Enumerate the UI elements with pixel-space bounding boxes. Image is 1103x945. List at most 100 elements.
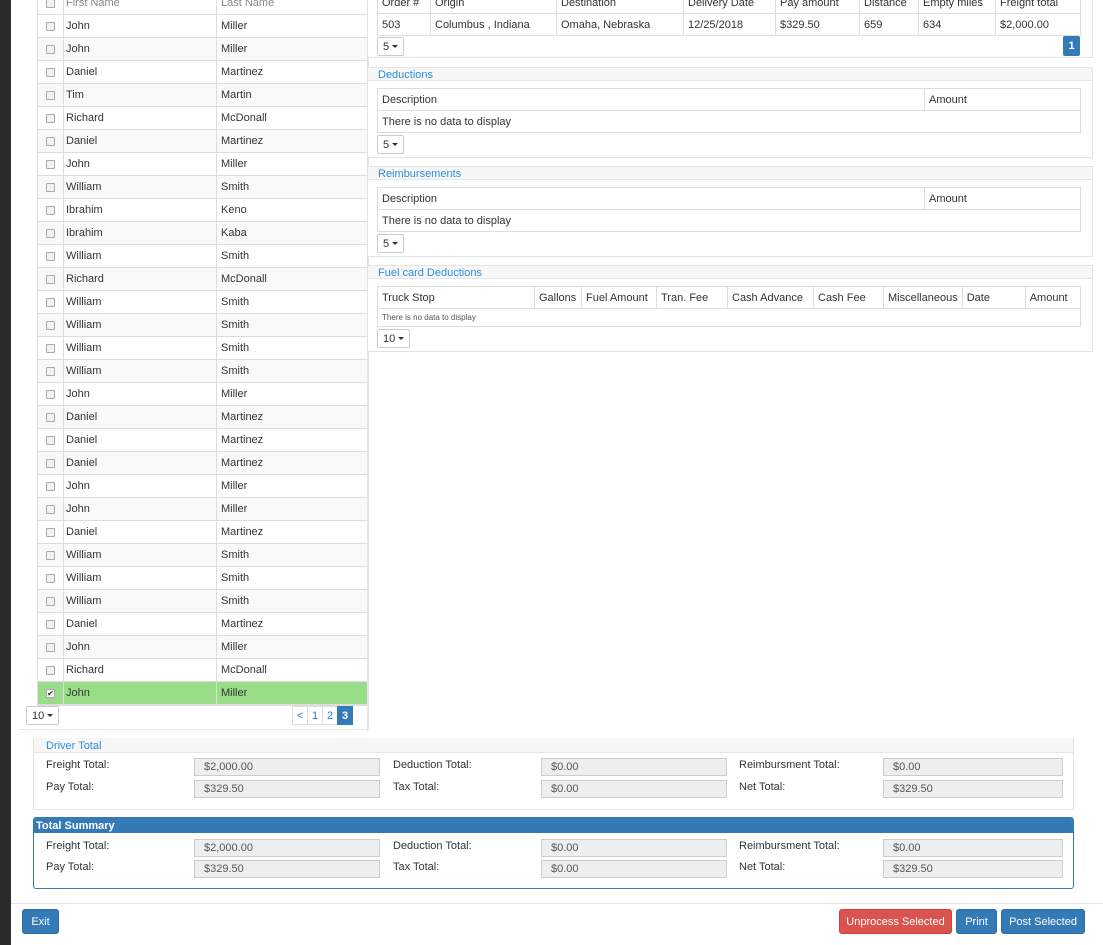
row-checkbox[interactable] <box>46 504 55 514</box>
driver-row[interactable]: William Smith <box>38 360 367 383</box>
driver-row[interactable]: Richard McDonall <box>38 107 367 130</box>
row-checkbox[interactable] <box>46 21 55 31</box>
orders-page-size-select[interactable]: 5 <box>377 37 405 56</box>
row-checkbox[interactable] <box>46 320 55 330</box>
row-checkbox[interactable] <box>46 159 55 169</box>
fuel-col[interactable]: Miscellaneous <box>883 286 963 309</box>
fuel-col[interactable]: Truck Stop <box>377 286 535 309</box>
fuel-col[interactable]: Gallons <box>534 286 582 309</box>
row-checkbox[interactable] <box>46 481 55 491</box>
driver-row[interactable]: John Miller <box>38 153 367 176</box>
driver-row[interactable]: John Miller <box>38 636 367 659</box>
fuel-col[interactable]: Tran. Fee <box>656 286 728 309</box>
fuel-col[interactable]: Date <box>961 286 1026 309</box>
fuel-col[interactable]: Amount <box>1024 286 1082 309</box>
driver-row[interactable]: Richard McDonall <box>38 659 367 682</box>
driver-row[interactable]: John Miller <box>38 38 367 61</box>
driver-last-name: Miller <box>221 20 248 32</box>
driver-row[interactable]: Ibrahim Kaba <box>38 222 367 245</box>
row-checkbox[interactable] <box>46 389 55 399</box>
row-checkbox[interactable] <box>46 182 55 192</box>
row-checkbox[interactable] <box>46 596 55 606</box>
row-checkbox[interactable] <box>46 274 55 284</box>
pager-page-1[interactable]: 1 <box>307 706 323 725</box>
row-checkbox[interactable] <box>46 44 55 54</box>
reimbursements-page-size-select[interactable]: 5 <box>377 234 405 253</box>
row-checkbox[interactable] <box>46 343 55 353</box>
row-checkbox[interactable] <box>46 619 55 629</box>
row-checkbox[interactable] <box>46 435 55 445</box>
row-checkbox[interactable] <box>46 665 55 675</box>
driver-row[interactable]: Daniel Martinez <box>38 613 367 636</box>
row-checkbox[interactable] <box>46 113 55 123</box>
driver-row[interactable]: Daniel Martinez <box>38 429 367 452</box>
orders-col[interactable]: Empty miles <box>918 0 996 14</box>
orders-row[interactable]: 503 Columbus , Indiana Omaha, Nebraska 1… <box>377 13 1081 36</box>
column-last-name[interactable]: Last Name <box>217 0 367 14</box>
driver-row[interactable]: William Smith <box>38 590 367 613</box>
pager-prev[interactable]: < <box>292 706 308 725</box>
row-checkbox[interactable] <box>46 366 55 376</box>
orders-col[interactable]: Freight total <box>995 0 1081 14</box>
pager-page-3[interactable]: 3 <box>337 706 353 725</box>
post-selected-button[interactable]: Post Selected <box>1001 909 1085 934</box>
row-checkbox[interactable] <box>46 228 55 238</box>
pager-page-2[interactable]: 2 <box>322 706 338 725</box>
orders-col[interactable]: Delivery Date <box>683 0 776 14</box>
driver-row[interactable]: Daniel Martinez <box>38 406 367 429</box>
orders-col[interactable]: Distance <box>859 0 919 14</box>
fuel-col[interactable]: Fuel Amount <box>581 286 657 309</box>
driver-page-size-select[interactable]: 10 <box>26 706 60 725</box>
driver-row[interactable]: ✔ John Miller <box>38 682 367 705</box>
driver-row[interactable]: John Miller <box>38 475 367 498</box>
orders-col[interactable]: Destination <box>556 0 684 14</box>
driver-row[interactable]: William Smith <box>38 314 367 337</box>
deductions-page-size-select[interactable]: 5 <box>377 135 405 154</box>
driver-row[interactable]: John Miller <box>38 383 367 406</box>
fuel-col[interactable]: Cash Advance <box>727 286 814 309</box>
print-button[interactable]: Print <box>956 909 997 934</box>
row-checkbox[interactable] <box>46 458 55 468</box>
orders-col[interactable]: Order # <box>377 0 431 14</box>
deductions-col-description[interactable]: Description <box>377 88 925 111</box>
row-checkbox[interactable] <box>46 550 55 560</box>
row-checkbox[interactable]: ✔ <box>46 688 55 698</box>
deductions-col-amount[interactable]: Amount <box>924 88 1081 111</box>
orders-col[interactable]: Pay amount <box>775 0 860 14</box>
driver-row[interactable]: William Smith <box>38 337 367 360</box>
select-all-checkbox[interactable] <box>46 0 55 8</box>
row-checkbox[interactable] <box>46 136 55 146</box>
row-checkbox[interactable] <box>46 251 55 261</box>
unprocess-selected-button[interactable]: Unprocess Selected <box>839 909 952 934</box>
row-checkbox[interactable] <box>46 205 55 215</box>
driver-row[interactable]: Richard McDonall <box>38 268 367 291</box>
driver-row[interactable]: Daniel Martinez <box>38 452 367 475</box>
driver-row[interactable]: William Smith <box>38 245 367 268</box>
driver-row[interactable]: John Miller <box>38 498 367 521</box>
driver-row[interactable]: John Miller <box>38 15 367 38</box>
row-checkbox[interactable] <box>46 573 55 583</box>
driver-row[interactable]: William Smith <box>38 176 367 199</box>
orders-page-1[interactable]: 1 <box>1063 36 1080 56</box>
orders-col[interactable]: Origin <box>430 0 557 14</box>
reimbursements-col-description[interactable]: Description <box>377 187 925 210</box>
fuel-page-size-select[interactable]: 10 <box>377 329 411 348</box>
row-checkbox[interactable] <box>46 297 55 307</box>
row-checkbox[interactable] <box>46 412 55 422</box>
row-checkbox[interactable] <box>46 527 55 537</box>
fuel-col[interactable]: Cash Fee <box>813 286 884 309</box>
driver-row[interactable]: Daniel Martinez <box>38 130 367 153</box>
driver-row[interactable]: William Smith <box>38 291 367 314</box>
driver-row[interactable]: William Smith <box>38 567 367 590</box>
driver-row[interactable]: William Smith <box>38 544 367 567</box>
reimbursements-col-amount[interactable]: Amount <box>924 187 1081 210</box>
driver-row[interactable]: Tim Martin <box>38 84 367 107</box>
exit-button[interactable]: Exit <box>22 909 59 934</box>
row-checkbox[interactable] <box>46 67 55 77</box>
column-first-name[interactable]: First Name <box>64 0 217 14</box>
row-checkbox[interactable] <box>46 642 55 652</box>
driver-row[interactable]: Daniel Martinez <box>38 521 367 544</box>
row-checkbox[interactable] <box>46 90 55 100</box>
driver-row[interactable]: Ibrahim Keno <box>38 199 367 222</box>
driver-row[interactable]: Daniel Martinez <box>38 61 367 84</box>
